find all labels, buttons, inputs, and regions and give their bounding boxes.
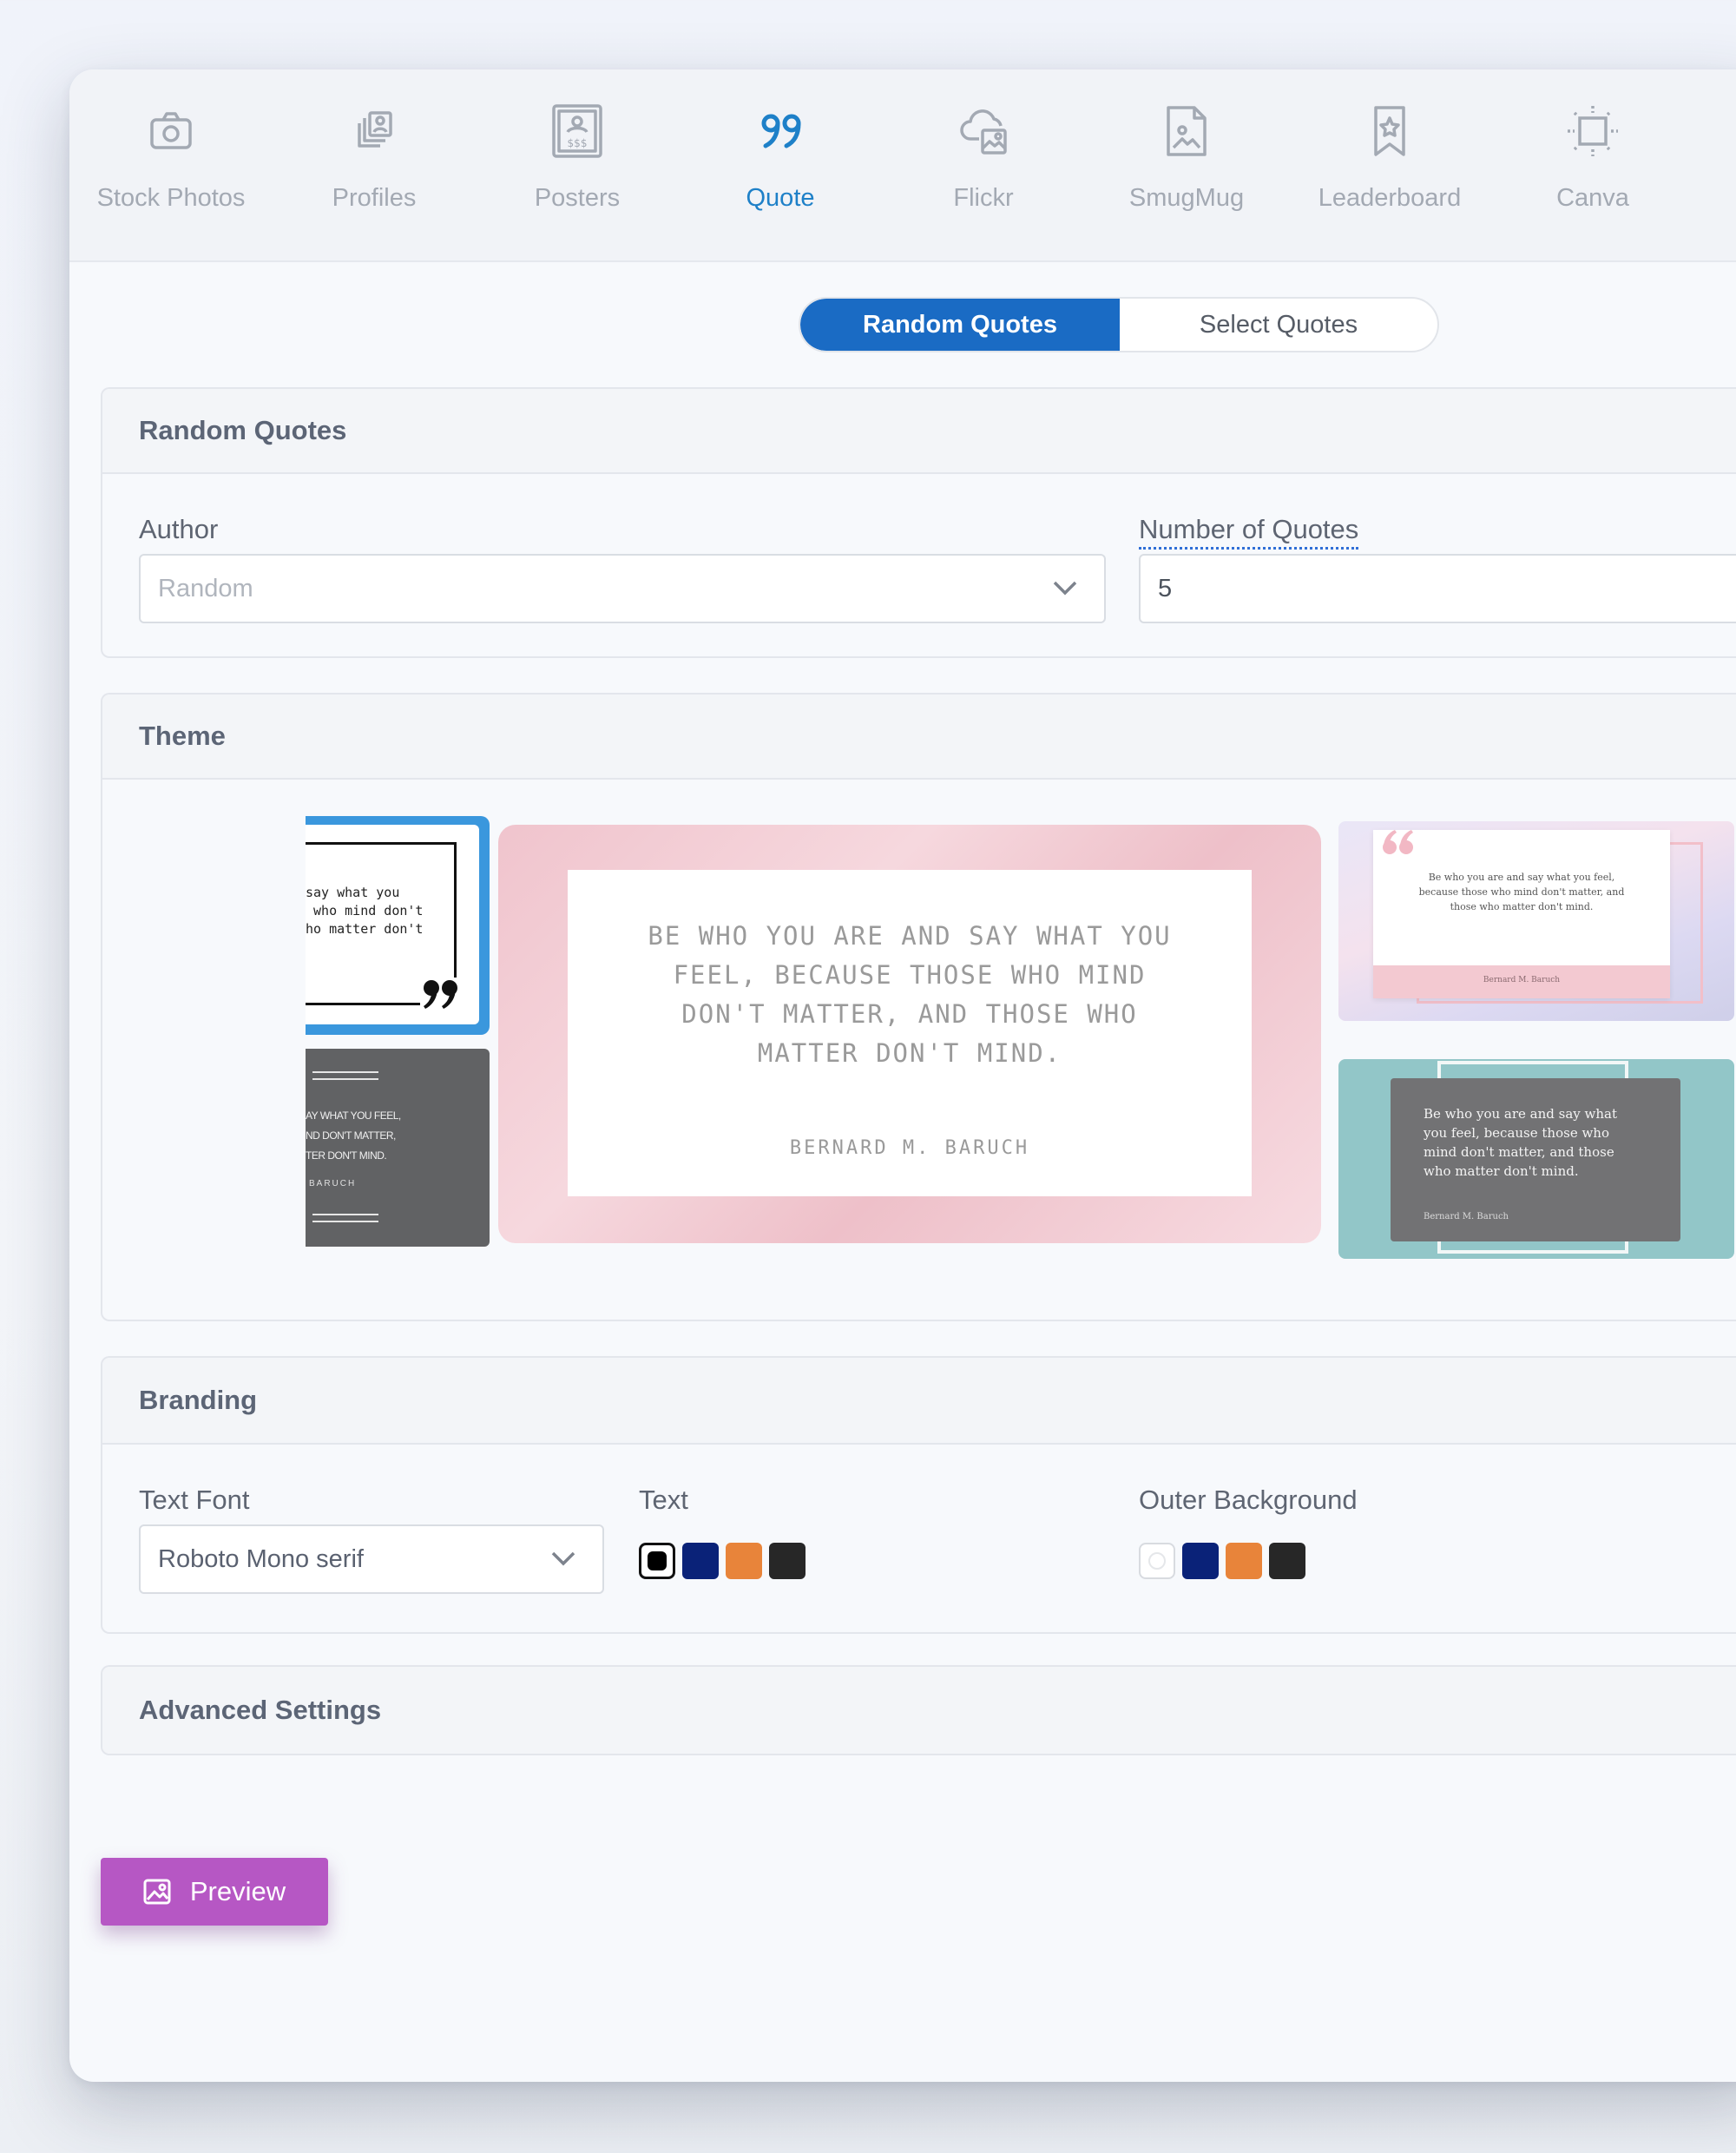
chevron-down-icon: [1053, 581, 1077, 596]
theme-card-teal[interactable]: Be who you are and say what you feel, be…: [1338, 1059, 1734, 1259]
outer-background-label: Outer Background: [1139, 1485, 1358, 1515]
theme-card-lavender[interactable]: Be who you are and say what you feel, be…: [1338, 821, 1734, 1021]
image-icon: [143, 1879, 171, 1905]
tool-flickr[interactable]: Flickr: [882, 69, 1085, 262]
swatch-fill: [648, 1551, 667, 1570]
app-window: Stock Photos Profiles $$$ Posters Quote …: [69, 69, 1736, 2082]
author-select[interactable]: Random: [139, 554, 1106, 623]
panel-title: Branding: [102, 1358, 1736, 1445]
panel-title: Theme: [102, 695, 1736, 780]
chevron-down-icon: [551, 1551, 575, 1566]
tool-stock-photos[interactable]: Stock Photos: [69, 69, 273, 262]
outer-color-dark[interactable]: [1269, 1543, 1305, 1579]
number-of-quotes-input[interactable]: 5: [1139, 554, 1736, 623]
outer-color-navy[interactable]: [1182, 1543, 1219, 1579]
card-quote-text: Be who you are and say what you feel, be…: [1424, 1106, 1617, 1179]
number-of-quotes-label: Number of Quotes: [1139, 514, 1359, 550]
card-quote-text: AY WHAT YOU FEEL, ND DON'T MATTER, TER D…: [306, 1109, 401, 1162]
tool-leaderboard[interactable]: Leaderboard: [1288, 69, 1491, 262]
text-font-select[interactable]: Roboto Mono serif: [139, 1524, 604, 1594]
tool-label: Profiles: [332, 184, 417, 212]
random-quotes-panel: Random Quotes Author Random Number of Qu…: [101, 387, 1736, 658]
svg-text:$$$: $$$: [568, 137, 588, 149]
tool-label: Flickr: [953, 184, 1014, 212]
card-quote-text: Be who you are and say what you feel, be…: [1418, 872, 1625, 912]
card-quote-text: say what you who mind don't ho matter do…: [306, 885, 424, 937]
random-quotes-tab[interactable]: Random Quotes: [800, 299, 1120, 351]
swatch-ring: [1148, 1552, 1166, 1570]
text-color-dark[interactable]: [769, 1543, 806, 1579]
text-font-value: Roboto Mono serif: [158, 1544, 364, 1573]
card-line-top: [312, 1071, 378, 1073]
branding-panel: Branding Text Font Roboto Mono serif Tex…: [101, 1356, 1736, 1634]
advanced-settings-panel[interactable]: Advanced Settings: [101, 1665, 1736, 1755]
tool-label: Leaderboard: [1318, 184, 1462, 212]
card-author: Bernard M. Baruch: [1483, 976, 1561, 984]
card-author: Bernard M. Baruch: [1424, 1212, 1509, 1221]
camera-icon: [141, 101, 201, 161]
text-font-label: Text Font: [139, 1485, 250, 1515]
number-of-quotes-value: 5: [1158, 574, 1173, 602]
text-color-orange[interactable]: [726, 1543, 762, 1579]
profiles-icon: [344, 101, 404, 161]
panel-title: Random Quotes: [102, 389, 1736, 474]
main-quote-author: BERNARD M. BARUCH: [789, 1137, 1030, 1159]
theme-panel: Theme say what you who mind don't ho mat…: [101, 693, 1736, 1321]
text-color-label: Text: [639, 1485, 688, 1515]
main-quote-text: BE WHO YOU ARE AND SAY WHAT YOU FEEL, BE…: [648, 921, 1172, 1068]
tool-label: Quote: [746, 184, 815, 212]
card-author-bar: Bernard M. Baruch: [1373, 965, 1670, 998]
theme-card-pink-selected[interactable]: BE WHO YOU ARE AND SAY WHAT YOU FEEL, BE…: [498, 825, 1321, 1243]
card-author: BARUCH: [309, 1179, 357, 1188]
outer-color-orange[interactable]: [1226, 1543, 1262, 1579]
tool-posters[interactable]: $$$ Posters: [476, 69, 679, 262]
cloud-image-icon: [953, 101, 1014, 161]
card-inner: BE WHO YOU ARE AND SAY WHAT YOU FEEL, BE…: [568, 870, 1252, 1196]
card-inner: say what you who mind don't ho matter do…: [306, 825, 479, 1024]
tool-label: SmugMug: [1128, 184, 1245, 212]
crop-frame-icon: [1562, 101, 1623, 161]
poster-icon: $$$: [547, 101, 608, 161]
preview-label: Preview: [189, 1876, 286, 1906]
source-toolbar: Stock Photos Profiles $$$ Posters Quote …: [69, 69, 1736, 262]
tool-label: Stock Photos: [96, 184, 246, 212]
tool-quote[interactable]: Quote: [679, 69, 882, 262]
quote-icon: [750, 101, 811, 161]
select-quotes-tab[interactable]: Select Quotes: [1120, 299, 1437, 351]
author-label: Author: [139, 514, 219, 544]
quote-mark-icon: [1383, 830, 1413, 854]
image-file-icon: [1156, 101, 1217, 161]
card-inner: Be who you are and say what you feel, be…: [1373, 830, 1670, 998]
tool-profiles[interactable]: Profiles: [273, 69, 476, 262]
quote-mode-toggle: Random Quotes Select Quotes: [799, 297, 1439, 352]
preview-button[interactable]: Preview: [101, 1858, 328, 1926]
text-color-navy[interactable]: [682, 1543, 719, 1579]
theme-card-gray[interactable]: AY WHAT YOU FEEL, ND DON'T MATTER, TER D…: [306, 1049, 490, 1247]
panel-title: Advanced Settings: [102, 1667, 1736, 1754]
quote-mark-icon: [424, 980, 457, 1009]
tool-canva[interactable]: Canva: [1491, 69, 1694, 262]
card-line-bottom: [312, 1214, 378, 1215]
card-gray-block: Be who you are and say what you feel, be…: [1391, 1078, 1680, 1241]
theme-card-blue-frame[interactable]: say what you who mind don't ho matter do…: [306, 816, 490, 1035]
tool-label: Canva: [1556, 184, 1629, 212]
tool-smugmug[interactable]: SmugMug: [1085, 69, 1288, 262]
tool-label: Posters: [534, 184, 621, 212]
outer-color-white-selected[interactable]: [1139, 1543, 1175, 1579]
text-color-black-selected[interactable]: [639, 1543, 675, 1579]
author-value: Random: [158, 574, 253, 602]
bookmark-star-icon: [1359, 101, 1420, 161]
